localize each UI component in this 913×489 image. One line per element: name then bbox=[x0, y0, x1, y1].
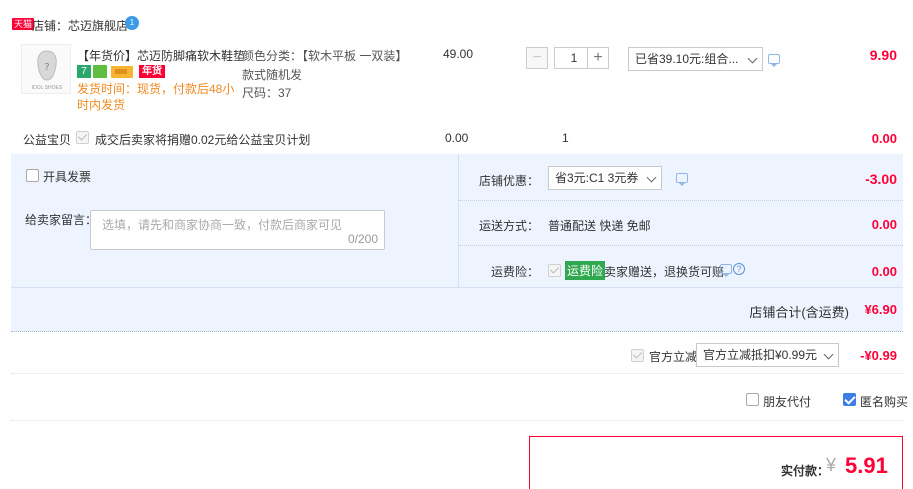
payment-amount: 5.91 bbox=[845, 453, 888, 478]
tag-nianhuo: 年货 bbox=[139, 65, 165, 78]
official-discount-row: 官方立减 官方立减抵扣¥0.99元 -¥0.99 bbox=[11, 338, 903, 374]
freight-insurance-checkbox bbox=[548, 264, 561, 277]
store-coupon-select-value: 省3元:C1 3元券 bbox=[555, 171, 639, 185]
item-promo-select-value: 已省39.10元:组合... bbox=[635, 52, 739, 66]
sku-style: 款式随机发 bbox=[242, 68, 303, 82]
insole-image-icon: ? bbox=[37, 50, 57, 81]
invoice-checkbox[interactable] bbox=[26, 169, 39, 182]
thumbnail-caption: IDOL SHOES bbox=[31, 85, 63, 91]
message-label: 给卖家留言： bbox=[25, 213, 98, 227]
store-total-label: 店铺合计(含运费) bbox=[749, 305, 849, 320]
coupon-chat-icon[interactable] bbox=[676, 173, 688, 186]
store-header: 天猫 店铺：芯迈旗舰店 1 bbox=[12, 16, 212, 34]
item-row: ? IDOL SHOES 【年货价】芯迈防脚痛软木鞋垫... 7 年货 发货时间… bbox=[11, 38, 903, 120]
official-discount-checkbox bbox=[631, 349, 644, 362]
invoice-label[interactable]: 开具发票 bbox=[43, 168, 91, 185]
charity-qty: 1 bbox=[562, 131, 569, 145]
store-coupon-select[interactable]: 省3元:C1 3元券 bbox=[548, 166, 662, 190]
payment-currency: ¥ bbox=[826, 455, 837, 475]
store-total-value: ¥6.90 bbox=[864, 302, 897, 317]
official-discount-amount: -¥0.99 bbox=[860, 348, 897, 363]
item-title[interactable]: 【年货价】芯迈防脚痛软木鞋垫... bbox=[77, 47, 243, 64]
charity-subtotal: 0.00 bbox=[871, 131, 897, 146]
store-name[interactable]: 店铺：芯迈旗舰店 bbox=[32, 17, 128, 34]
order-options-panel: 开具发票 给卖家留言： 选填，请先和商家协商一致，付款后商家可见 0/200 店… bbox=[11, 154, 903, 332]
official-discount-label: 官方立减 bbox=[649, 350, 698, 364]
tag-seven-day: 7 bbox=[77, 65, 91, 78]
shipping-amount: 0.00 bbox=[871, 217, 897, 232]
chevron-down-icon bbox=[747, 53, 758, 64]
chevron-down-icon bbox=[823, 349, 834, 360]
anonymous-checkbox[interactable] bbox=[843, 393, 856, 406]
divider bbox=[459, 245, 903, 246]
freight-insurance-label: 运费险： bbox=[491, 265, 540, 279]
store-coupon-amount: -3.00 bbox=[865, 171, 897, 187]
product-thumbnail[interactable]: ? IDOL SHOES bbox=[21, 44, 71, 94]
delivery-time: 发货时间：现货，付款后48小时内发货 bbox=[77, 82, 235, 112]
freight-insurance-tag: 运费险 bbox=[565, 261, 606, 280]
tag-card-icon bbox=[111, 66, 133, 78]
payment-options-row: 朋友代付 匿名购买 bbox=[11, 377, 908, 421]
friend-pay-checkbox[interactable] bbox=[746, 393, 759, 406]
official-discount-select[interactable]: 官方立减抵扣¥0.99元 bbox=[696, 343, 839, 367]
sku-size: 尺码：37 bbox=[242, 86, 292, 100]
official-discount-select-value: 官方立减抵扣¥0.99元 bbox=[703, 348, 818, 362]
chevron-down-icon bbox=[646, 172, 657, 183]
divider bbox=[459, 200, 903, 201]
anonymous-label[interactable]: 匿名购买 bbox=[860, 393, 908, 410]
charity-label: 公益宝贝 bbox=[23, 133, 72, 147]
unit-price: 49.00 bbox=[443, 47, 474, 61]
friend-pay-label[interactable]: 朋友代付 bbox=[763, 393, 811, 410]
store-total-row: 店铺合计(含运费) ¥6.90 bbox=[11, 287, 903, 332]
shipping-label: 运送方式： bbox=[479, 219, 540, 233]
item-subtotal: 9.90 bbox=[869, 47, 897, 63]
tmall-icon: 天猫 bbox=[12, 18, 35, 30]
charity-checkbox bbox=[76, 131, 89, 144]
message-counter: 0/200 bbox=[347, 232, 378, 246]
freight-chat-icon[interactable] bbox=[720, 264, 732, 277]
freight-insurance-amount: 0.00 bbox=[871, 264, 897, 279]
item-promo-select[interactable]: 已省39.10元:组合... bbox=[628, 47, 763, 71]
store-coupon-label: 店铺优惠： bbox=[479, 174, 540, 188]
panel-divider bbox=[458, 154, 459, 287]
message-textarea[interactable]: 选填，请先和商家协商一致，付款后商家可见 0/200 bbox=[90, 210, 385, 250]
tag-green-icon bbox=[93, 65, 107, 78]
shipping-value: 普通配送 快递 免邮 bbox=[548, 219, 651, 233]
charity-price: 0.00 bbox=[445, 131, 469, 145]
sku-color: 颜色分类：【软木平板 一双装】 bbox=[242, 49, 408, 63]
payment-label: 实付款： bbox=[781, 464, 830, 478]
promo-chat-icon[interactable] bbox=[768, 54, 780, 67]
quantity-increase-button[interactable]: + bbox=[587, 47, 609, 69]
message-placeholder: 选填，请先和商家协商一致，付款后商家可见 bbox=[102, 218, 343, 232]
payment-summary-box: 实付款： ¥ 5.91 bbox=[529, 436, 903, 489]
chat-bubble-icon[interactable]: 1 bbox=[125, 16, 139, 30]
charity-row: 公益宝贝 成交后卖家将捐赠0.02元给公益宝贝计划 0.00 1 0.00 bbox=[11, 126, 903, 150]
freight-insurance-text: 卖家赠送，退换货可赔 bbox=[604, 265, 725, 279]
svg-text:?: ? bbox=[44, 62, 49, 73]
charity-text: 成交后卖家将捐赠0.02元给公益宝贝计划 bbox=[95, 133, 311, 147]
quantity-decrease-button[interactable]: − bbox=[526, 47, 548, 69]
help-circle-icon[interactable]: ? bbox=[733, 263, 745, 275]
